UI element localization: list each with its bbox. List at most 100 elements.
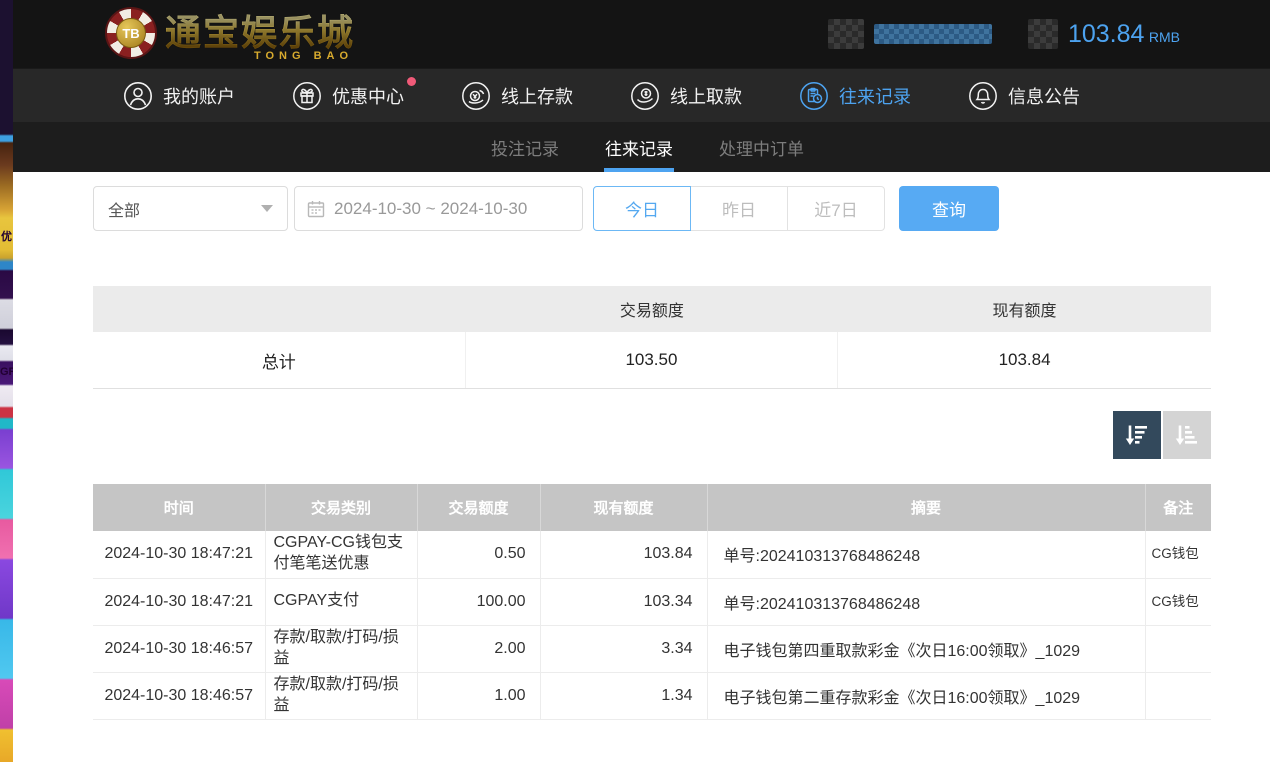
column-header-remark: 备注	[1145, 484, 1211, 531]
records-icon	[799, 81, 829, 111]
cell-remark	[1145, 625, 1211, 672]
balance-display[interactable]: 103.84 RMB	[1068, 20, 1180, 49]
tab-transaction-records[interactable]: 往来记录	[603, 122, 675, 172]
tab-pending-orders[interactable]: 处理中订单	[717, 122, 806, 172]
tab-label: 往来记录	[605, 135, 673, 160]
notification-dot	[407, 77, 416, 86]
cell-summary: 单号:202410313768486248	[707, 578, 1145, 625]
summary-header-trade-amount: 交易额度	[466, 297, 839, 321]
balance-currency: RMB	[1149, 29, 1180, 45]
sort-controls	[93, 411, 1211, 459]
nav-item-online-deposit[interactable]: 线上存款	[461, 81, 573, 111]
type-select[interactable]: 全部	[93, 186, 288, 231]
background-artwork-strip: 优 GR	[0, 0, 13, 762]
sort-ascending-button[interactable]	[1163, 411, 1211, 459]
nav-item-promotions[interactable]: 优惠中心	[292, 81, 404, 111]
quick-last7days-button[interactable]: 近7日	[787, 186, 885, 231]
table-row: 2024-10-30 18:47:21 CGPAY-CG钱包支付笔笔送优惠 0.…	[93, 531, 1211, 578]
user-icon	[123, 81, 153, 111]
summary-trade-amount: 103.50	[466, 332, 839, 388]
nav-item-online-withdraw[interactable]: 线上取款	[630, 81, 742, 111]
cell-balance: 3.34	[540, 625, 707, 672]
nav-label: 线上存款	[501, 83, 573, 109]
masked-wallet-icon	[1028, 19, 1058, 49]
table-row: 2024-10-30 18:46:57 存款/取款/打码/损益 1.00 1.3…	[93, 672, 1211, 719]
cell-summary: 电子钱包第二重存款彩金《次日16:00领取》_1029	[707, 672, 1145, 719]
cell-balance: 103.34	[540, 578, 707, 625]
cell-time: 2024-10-30 18:46:57	[93, 672, 265, 719]
withdraw-icon	[630, 81, 660, 111]
site-logo[interactable]: TB 通宝娱乐城 TONG BAO	[105, 7, 355, 59]
column-header-type: 交易类别	[265, 484, 417, 531]
user-area: 103.84 RMB	[828, 0, 1180, 68]
summary-header-current-amount: 现有额度	[838, 297, 1211, 321]
column-header-amount: 交易额度	[417, 484, 540, 531]
main-nav: 我的账户 优惠中心	[13, 68, 1270, 122]
masked-username	[874, 24, 992, 44]
records-header-row: 时间 交易类别 交易额度 现有额度 摘要 备注	[93, 484, 1211, 531]
nav-label: 线上取款	[670, 83, 742, 109]
column-header-balance: 现有额度	[540, 484, 707, 531]
type-select-value: 全部	[108, 197, 140, 221]
logo-chip-icon: TB	[105, 7, 157, 59]
cell-balance: 103.84	[540, 531, 707, 578]
nav-label: 优惠中心	[332, 83, 404, 109]
cell-amount: 1.00	[417, 672, 540, 719]
tab-label: 处理中订单	[719, 135, 804, 160]
sort-ascending-icon	[1172, 420, 1202, 450]
summary-total-label: 总计	[93, 332, 466, 388]
nav-item-announcements[interactable]: 信息公告	[968, 81, 1080, 111]
nav-item-my-account[interactable]: 我的账户	[123, 81, 235, 111]
search-button[interactable]: 查询	[899, 186, 999, 231]
masked-user-avatar	[828, 19, 864, 49]
table-row: 2024-10-30 18:47:21 CGPAY支付 100.00 103.3…	[93, 578, 1211, 625]
cell-time: 2024-10-30 18:47:21	[93, 531, 265, 578]
cell-type: CGPAY支付	[265, 578, 417, 625]
sort-descending-icon	[1122, 420, 1152, 450]
table-row: 2024-10-30 18:46:57 存款/取款/打码/损益 2.00 3.3…	[93, 625, 1211, 672]
summary-total-row: 总计 103.50 103.84	[93, 332, 1211, 388]
tab-betting-records[interactable]: 投注记录	[489, 122, 561, 172]
tab-label: 投注记录	[491, 135, 559, 160]
cell-type: 存款/取款/打码/损益	[265, 625, 417, 672]
cell-time: 2024-10-30 18:47:21	[93, 578, 265, 625]
logo-subtitle: TONG BAO	[254, 50, 353, 62]
quick-label: 今日	[625, 196, 659, 221]
sort-descending-button[interactable]	[1113, 411, 1161, 459]
quick-yesterday-button[interactable]: 昨日	[690, 186, 788, 231]
bell-icon	[968, 81, 998, 111]
cell-remark: CG钱包	[1145, 578, 1211, 625]
cell-amount: 0.50	[417, 531, 540, 578]
background-fragment: GR	[0, 366, 13, 378]
nav-label: 信息公告	[1008, 83, 1080, 109]
chevron-down-icon	[261, 205, 273, 212]
quick-today-button[interactable]: 今日	[593, 186, 691, 231]
cell-type: CGPAY-CG钱包支付笔笔送优惠	[265, 531, 417, 578]
records-content: 全部 2024-10-30 ~ 2024-10-30 今日	[13, 172, 1270, 762]
records-tab-bar: 投注记录 往来记录 处理中订单	[13, 122, 1270, 172]
cell-summary: 单号:202410313768486248	[707, 531, 1145, 578]
nav-item-transaction-records[interactable]: 往来记录	[799, 81, 911, 111]
summary-header-row: 交易额度 现有额度	[93, 286, 1211, 332]
column-header-time: 时间	[93, 484, 265, 531]
logo-text: 通宝娱乐城 TONG BAO	[165, 13, 355, 53]
cell-remark: CG钱包	[1145, 531, 1211, 578]
nav-label: 我的账户	[163, 83, 235, 109]
balance-amount: 103.84	[1068, 20, 1144, 48]
cell-summary: 电子钱包第四重取款彩金《次日16:00领取》_1029	[707, 625, 1145, 672]
filter-row: 全部 2024-10-30 ~ 2024-10-30 今日	[93, 186, 1270, 231]
deposit-icon	[461, 81, 491, 111]
column-header-summary: 摘要	[707, 484, 1145, 531]
summary-current-amount: 103.84	[838, 332, 1211, 388]
date-range-input[interactable]: 2024-10-30 ~ 2024-10-30	[294, 186, 583, 231]
quick-date-group: 今日 昨日 近7日	[593, 186, 885, 231]
cell-time: 2024-10-30 18:46:57	[93, 625, 265, 672]
site-header: TB 通宝娱乐城 TONG BAO 103.84 RMB	[13, 0, 1270, 68]
cell-remark	[1145, 672, 1211, 719]
cell-amount: 2.00	[417, 625, 540, 672]
calendar-icon	[307, 200, 325, 218]
summary-table: 交易额度 现有额度 总计 103.50 103.84	[93, 286, 1211, 389]
cell-balance: 1.34	[540, 672, 707, 719]
gift-icon	[292, 81, 322, 111]
records-table: 时间 交易类别 交易额度 现有额度 摘要 备注 2024-10-30 18:47…	[93, 484, 1211, 720]
